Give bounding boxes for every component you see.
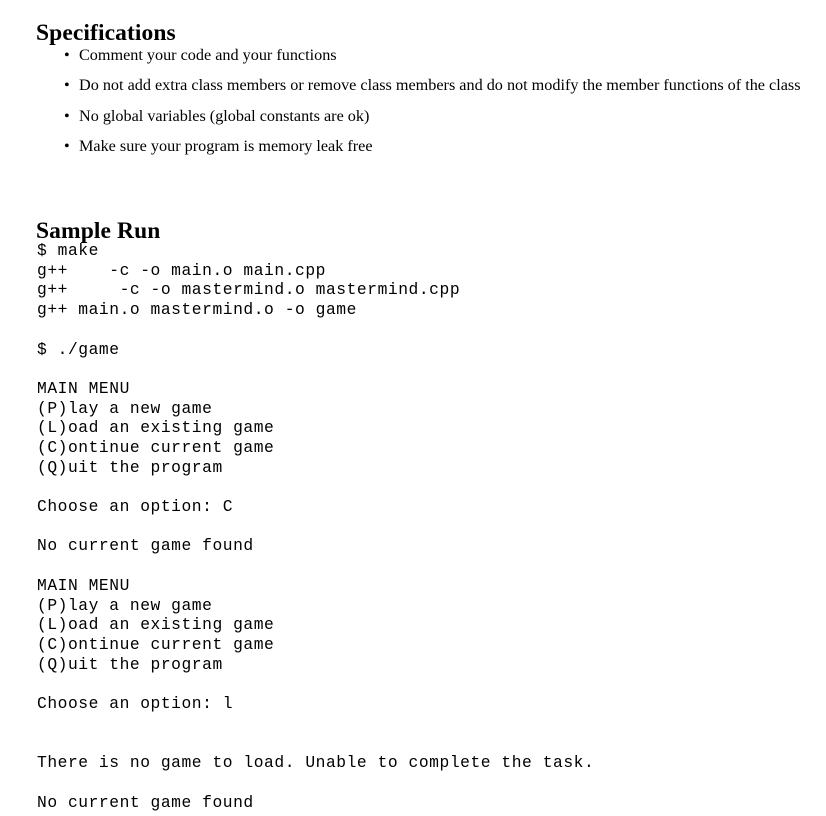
transcript-blank-line bbox=[37, 714, 594, 734]
list-item: • Comment your code and your functions bbox=[62, 46, 810, 66]
transcript-blank-line bbox=[37, 674, 594, 694]
specifications-list: • Comment your code and your functions •… bbox=[62, 46, 810, 167]
transcript-line: No current game found bbox=[37, 536, 254, 556]
transcript-line: g++ -c -o main.o main.cpp bbox=[37, 260, 326, 280]
bullet-icon: • bbox=[64, 46, 70, 64]
transcript-line: MAIN MENU bbox=[37, 378, 130, 398]
list-item: • Do not add extra class members or remo… bbox=[62, 76, 810, 96]
transcript-line: $ make bbox=[37, 241, 99, 260]
transcript-line: (Q)uit the program bbox=[37, 654, 223, 674]
transcript-line: g++ -c -o mastermind.o mastermind.cpp bbox=[37, 280, 461, 300]
transcript-blank-line bbox=[37, 556, 594, 576]
page-title-specifications: Specifications bbox=[36, 19, 176, 46]
list-item: • Make sure your program is memory leak … bbox=[62, 137, 810, 157]
transcript-line: (C)ontinue current game bbox=[37, 438, 275, 457]
document-page: Specifications • Comment your code and y… bbox=[0, 0, 826, 816]
transcript-line: No current game found bbox=[37, 792, 254, 812]
transcript-line: (L)oad an existing game bbox=[37, 418, 275, 438]
transcript-line: Choose an option: l bbox=[37, 694, 234, 714]
transcript-line: g++ main.o mastermind.o -o game bbox=[37, 300, 357, 320]
list-item-text: Do not add extra class members or remove… bbox=[79, 76, 801, 95]
transcript-blank-line bbox=[37, 477, 594, 497]
transcript-blank-line bbox=[37, 733, 594, 753]
transcript-blank-line bbox=[37, 359, 594, 379]
bullet-icon: • bbox=[64, 76, 70, 95]
transcript-line: There is no game to load. Unable to comp… bbox=[37, 753, 595, 773]
transcript-blank-line bbox=[37, 517, 594, 537]
transcript-line: MAIN MENU bbox=[37, 575, 130, 595]
transcript-line: (P)lay a new game bbox=[37, 595, 213, 615]
transcript-line: (C)ontinue current game bbox=[37, 634, 275, 654]
transcript-line: (P)lay a new game bbox=[37, 398, 213, 418]
transcript-line: (L)oad an existing game bbox=[37, 615, 275, 635]
transcript-line: Choose an option: C bbox=[37, 497, 234, 517]
transcript-blank-line bbox=[37, 773, 594, 793]
sample-run-transcript: $ make g++ -c -o main.o main.cpp g++ -c -o… bbox=[37, 241, 594, 812]
list-item-text: Make sure your program is memory leak fr… bbox=[79, 136, 373, 155]
bullet-icon: • bbox=[64, 106, 70, 125]
list-item-text: Comment your code and your functions bbox=[79, 46, 337, 64]
transcript-line: (Q)uit the program bbox=[37, 457, 223, 477]
list-item-text: No global variables (global constants ar… bbox=[79, 106, 370, 125]
list-item: • No global variables (global constants … bbox=[62, 107, 810, 127]
transcript-line: $ ./game bbox=[37, 339, 120, 359]
bullet-icon: • bbox=[64, 136, 70, 155]
transcript-blank-line bbox=[37, 320, 594, 340]
